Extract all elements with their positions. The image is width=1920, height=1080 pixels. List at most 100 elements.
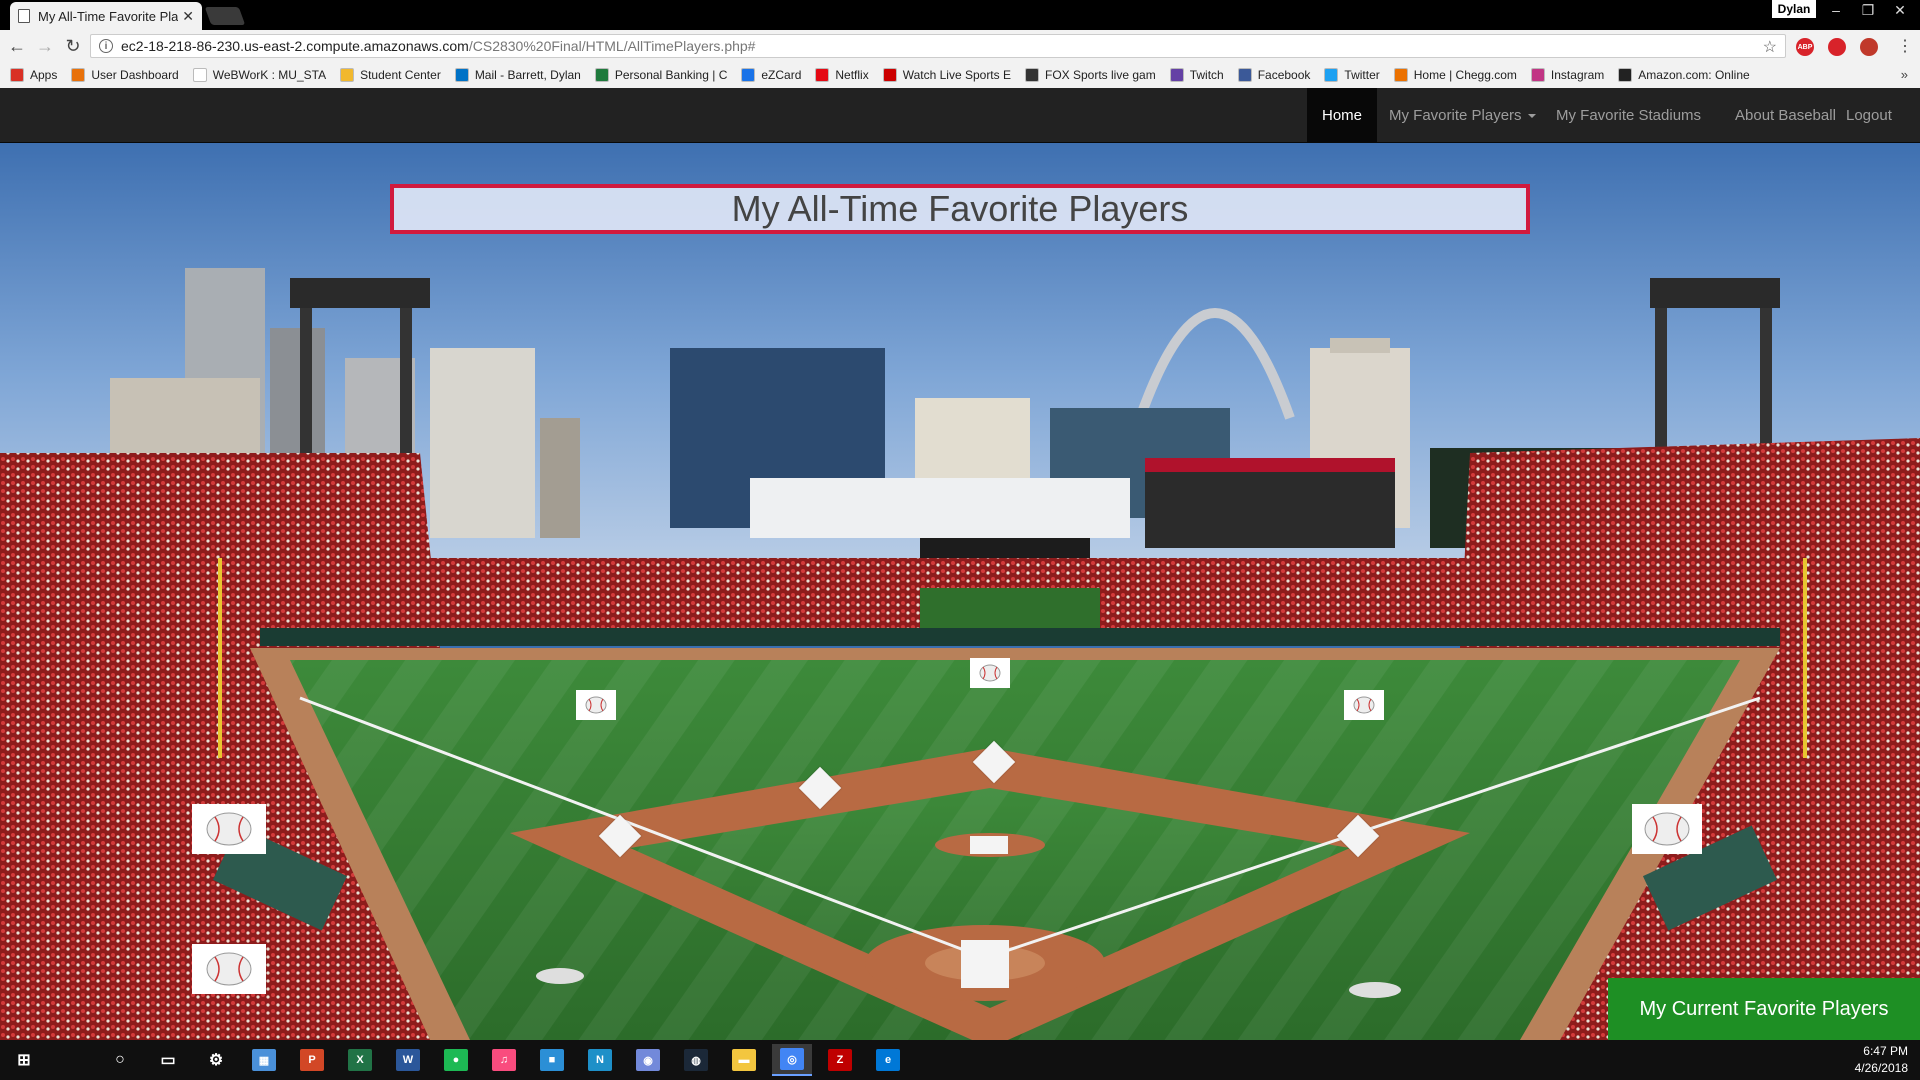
left-field-baseball-icon[interactable] [576,690,616,720]
bookmark-item[interactable]: Twitter [1324,68,1380,82]
nav-favorite-stadiums[interactable]: My Favorite Stadiums [1541,88,1716,143]
bookmark-label: eZCard [761,68,802,82]
settings-gear-icon[interactable]: ⚙ [196,1044,236,1076]
bookmark-item[interactable]: Home | Chegg.com [1393,68,1517,82]
bookmark-item[interactable]: WeBWorK : MU_STA [192,68,327,82]
file-explorer-icon-glyph: ▬ [732,1049,756,1071]
bookmark-item[interactable]: Amazon.com: Online [1618,68,1750,82]
red-bug-extension-icon[interactable] [1860,38,1878,56]
caret-down-icon [1527,113,1536,118]
twitch-icon [1169,68,1184,82]
sticky-app-icon[interactable]: ■ [532,1044,572,1076]
home-plate-marker[interactable] [961,940,1009,988]
address-bar[interactable]: i ec2-18-218-86-230.us-east-2.compute.am… [90,34,1786,58]
chrome-menu-icon[interactable]: ⋮ [1897,36,1913,56]
bookmark-item[interactable]: Twitch [1169,68,1224,82]
settings-gear-icon-glyph: ⚙ [208,1052,224,1069]
bookmark-item[interactable]: eZCard [741,68,801,82]
bookmark-item[interactable]: Personal Banking | C [594,68,728,82]
minimize-icon[interactable]: – [1820,0,1852,20]
bookmark-item[interactable]: Student Center [340,68,441,82]
close-tab-icon[interactable]: ✕ [182,8,194,25]
more-bookmarks-icon[interactable]: » [1901,67,1908,82]
bookmark-item[interactable]: Netflix [815,68,869,82]
restore-icon[interactable]: ❐ [1852,0,1884,20]
discord-icon[interactable]: ◉ [628,1044,668,1076]
profile-button[interactable]: Dylan [1772,0,1816,18]
chrome-icon[interactable]: ◎ [772,1044,812,1076]
bookmark-label: Mail - Barrett, Dylan [474,68,581,82]
nav-logout[interactable]: Logout [1831,88,1907,143]
page-title: My All-Time Favorite Players [731,188,1189,229]
reload-icon[interactable]: ↻ [62,35,84,57]
filezilla-icon[interactable]: Z [820,1044,860,1076]
bookmark-label: Amazon.com: Online [1638,68,1750,82]
windows-start-icon[interactable]: ⊞ [4,1044,44,1076]
center-field-baseball-icon[interactable] [970,658,1010,688]
netflix-icon [815,68,830,82]
red-circle-extension-icon[interactable] [1828,38,1846,56]
url-host: ec2-18-218-86-230.us-east-2.compute.amaz… [121,38,469,54]
amazon-icon [1618,68,1633,82]
chrome-icon-glyph: ◎ [780,1048,804,1070]
bookmark-item[interactable]: FOX Sports live gam [1024,68,1156,82]
bookmark-label: WeBWorK : MU_STA [212,68,327,82]
forward-icon[interactable]: → [34,35,56,57]
excel-icon[interactable]: X [340,1044,380,1076]
clock-date: 4/26/2018 [1854,1061,1908,1075]
pitchers-mound-marker[interactable] [970,836,1008,854]
instagram-icon [1530,68,1545,82]
facebook-icon [1237,68,1252,82]
word-icon[interactable]: W [388,1044,428,1076]
bookmark-item[interactable]: User Dashboard [71,68,179,82]
file-explorer-icon[interactable]: ▬ [724,1044,764,1076]
bookmark-item[interactable]: Apps [10,68,57,82]
calculator-icon[interactable]: ▦ [244,1044,284,1076]
left-bullpen-baseball-icon[interactable] [192,804,266,854]
itunes-icon[interactable]: ♫ [484,1044,524,1076]
back-icon[interactable]: ← [6,35,28,57]
dugout-baseball-icon[interactable] [192,944,266,994]
bookmark-item[interactable]: Mail - Barrett, Dylan [454,68,581,82]
steam-icon[interactable]: ◍ [676,1044,716,1076]
edge-icon[interactable]: e [868,1044,908,1076]
mizzou-icon [340,68,355,82]
bookmark-item[interactable]: Watch Live Sports E [882,68,1011,82]
site-info-icon[interactable]: i [99,39,113,53]
browser-tab[interactable]: My All-Time Favorite Play ✕ [10,2,202,30]
notes-app-icon[interactable]: N [580,1044,620,1076]
espn-icon [882,68,897,82]
filezilla-icon-glyph: Z [828,1049,852,1071]
new-tab-button[interactable] [204,7,246,25]
discord-icon-glyph: ◉ [636,1049,660,1071]
task-view-icon[interactable]: ▭ [148,1044,188,1076]
spotify-icon[interactable]: ● [436,1044,476,1076]
powerpoint-icon[interactable]: P [292,1044,332,1076]
close-window-icon[interactable]: ✕ [1884,0,1916,20]
edge-icon-glyph: e [876,1049,900,1071]
word-icon-glyph: W [396,1049,420,1071]
adblock-plus-icon[interactable]: ABP [1796,38,1814,56]
calculator-icon-glyph: ▦ [252,1049,276,1071]
powerpoint-icon-glyph: P [300,1049,324,1071]
bookmarks-bar: Apps User Dashboard WeBWorK : MU_STA Studen… [0,62,1920,88]
steam-icon-glyph: ◍ [684,1049,708,1071]
bookmark-label: FOX Sports live gam [1044,68,1156,82]
bookmark-star-icon[interactable]: ☆ [1763,37,1777,57]
bookmark-label: Personal Banking | C [614,68,728,82]
notes-app-icon-glyph: N [588,1049,612,1071]
bookmark-item[interactable]: Facebook [1237,68,1310,82]
current-favorite-players-button[interactable]: My Current Favorite Players [1608,978,1920,1040]
browser-tab-strip: My All-Time Favorite Play ✕ Dylan – ❐ ✕ [0,0,1920,30]
right-field-baseball-icon[interactable] [1344,690,1384,720]
system-clock[interactable]: 6:47 PM 4/26/2018 [1855,1043,1908,1077]
nav-home[interactable]: Home [1307,88,1378,143]
cortana-search-icon[interactable]: ○ [100,1044,140,1076]
right-bullpen-baseball-icon[interactable] [1632,804,1702,854]
bookmark-item[interactable]: Instagram [1530,68,1604,82]
dashboard-icon [71,68,86,82]
page-title-box: My All-Time Favorite Players [390,184,1530,234]
nav-favorite-players-label: My Favorite Players [1389,107,1522,124]
nav-favorite-players-dropdown[interactable]: My Favorite Players [1374,88,1551,143]
page-icon [18,9,30,23]
